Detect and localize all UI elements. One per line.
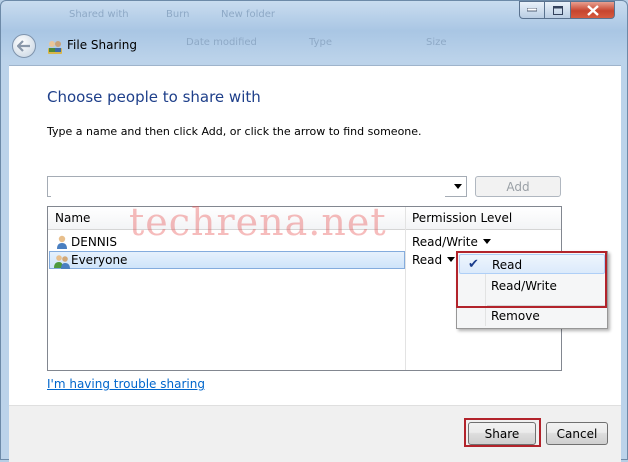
close-button[interactable] (571, 1, 615, 19)
permission-value: Read (412, 253, 443, 267)
window-frame: Shared with Burn New folder Date modifie… (0, 0, 628, 462)
permission-dropdown[interactable]: Read (412, 253, 456, 267)
maximize-button[interactable] (545, 1, 571, 19)
background-label: Size (426, 37, 447, 48)
cancel-button[interactable]: Cancel (546, 422, 608, 445)
watermark-text: techrena.net (129, 200, 387, 244)
minimize-button[interactable] (519, 1, 545, 19)
window-controls (519, 1, 615, 21)
permission-value: Read/Write (412, 235, 478, 249)
single-user-icon (57, 235, 67, 249)
minimize-icon (527, 8, 537, 12)
annotation-highlight-box (456, 251, 607, 308)
window-title: File Sharing (67, 38, 137, 52)
sharing-users-icon (48, 41, 62, 54)
close-icon (586, 4, 599, 16)
dropdown-arrow-icon[interactable] (447, 257, 456, 262)
column-divider (405, 207, 406, 370)
back-button[interactable] (12, 34, 36, 58)
page-heading: Choose people to share with (47, 88, 261, 106)
trouble-sharing-link[interactable]: I'm having trouble sharing (47, 377, 205, 391)
user-name: Everyone (71, 253, 128, 267)
background-label: Burn (166, 9, 190, 20)
menu-item-label: Remove (491, 309, 540, 323)
permission-dropdown[interactable]: Read/Write (412, 235, 491, 249)
background-label: Date modified (186, 37, 257, 48)
back-arrow-icon (17, 40, 30, 52)
maximize-icon (552, 5, 563, 15)
column-header-name[interactable]: Name (55, 211, 90, 225)
main-panel: Choose people to share with Type a name … (9, 65, 621, 406)
dropdown-arrow-icon[interactable] (454, 184, 462, 189)
group-users-icon (54, 255, 70, 269)
annotation-highlight-box (464, 418, 541, 447)
list-item-selected[interactable]: Everyone (49, 251, 405, 269)
add-button[interactable]: Add (475, 176, 561, 197)
menu-item-remove[interactable]: Remove (459, 306, 605, 326)
name-combobox[interactable] (47, 176, 467, 197)
column-header-permission[interactable]: Permission Level (412, 211, 512, 225)
background-label: Type (309, 37, 332, 48)
background-label: Shared with (69, 9, 129, 20)
dropdown-arrow-icon[interactable] (482, 239, 491, 244)
user-name: DENNIS (71, 235, 117, 249)
name-input[interactable] (51, 178, 445, 197)
instruction-text: Type a name and then click Add, or click… (47, 125, 422, 138)
background-label: New folder (221, 9, 276, 20)
